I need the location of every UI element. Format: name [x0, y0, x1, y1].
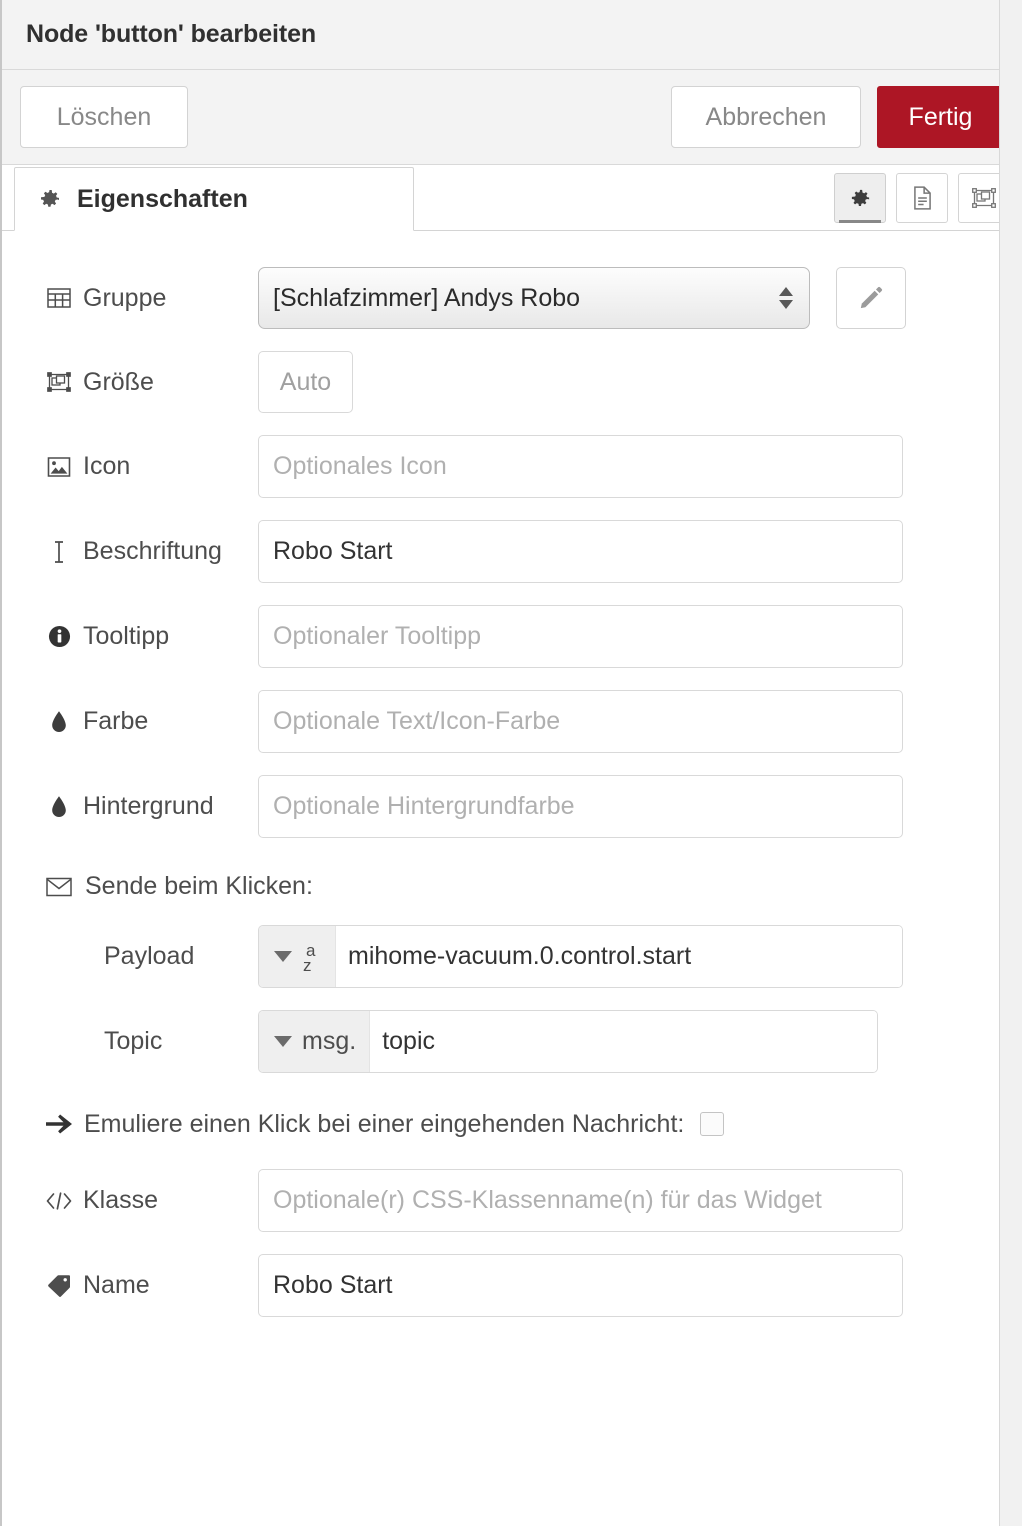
chevron-down-icon — [274, 1036, 292, 1047]
form-scroll-area: Gruppe [Schlafzimmer] Andys Robo Größe A… — [2, 231, 1022, 1526]
emulate-click-checkbox[interactable] — [700, 1112, 725, 1136]
string-type-glyph-bottom: z — [303, 955, 312, 975]
image-icon — [46, 454, 72, 480]
group-select-wrapper: [Schlafzimmer] Andys Robo — [258, 267, 810, 329]
code-icon — [46, 1188, 72, 1214]
tray-toolbar: Löschen Abbrechen Fertig — [2, 70, 1022, 165]
group-label-text: Gruppe — [83, 283, 167, 312]
form-row-background: Hintergrund — [2, 775, 1022, 838]
send-on-click-section-header: Sende beim Klicken: — [2, 872, 1022, 901]
pencil-icon — [858, 285, 884, 311]
form-row-color: Farbe — [2, 690, 1022, 753]
msg-type-label: msg. — [302, 1027, 357, 1055]
caption-label: Beschriftung — [46, 537, 258, 566]
cancel-button[interactable]: Abbrechen — [671, 86, 861, 148]
topic-type-selector[interactable]: msg. — [259, 1011, 371, 1072]
topic-label-text: Topic — [104, 1027, 163, 1055]
object-group-icon — [971, 185, 997, 211]
node-edit-tray: Node 'button' bearbeiten Löschen Abbrech… — [0, 0, 1022, 1526]
form-row-icon: Icon — [2, 435, 1022, 498]
css-class-label-text: Klasse — [83, 1186, 159, 1214]
tab-bar: Eigenschaften — [2, 165, 1022, 231]
delete-button[interactable]: Löschen — [20, 86, 188, 148]
form-row-topic: Topic msg. — [2, 1010, 1022, 1073]
form-row-tooltip: Tooltipp — [2, 605, 1022, 668]
size-label: Größe — [46, 368, 258, 397]
payload-label: Payload — [46, 942, 258, 971]
topic-input[interactable] — [370, 1011, 877, 1072]
arrow-right-icon — [46, 1111, 72, 1137]
tag-icon — [46, 1273, 72, 1299]
chevron-down-icon — [274, 951, 292, 962]
size-button[interactable]: Auto — [258, 351, 353, 413]
form-row-group: Gruppe [Schlafzimmer] Andys Robo — [2, 267, 1022, 329]
text-cursor-icon — [46, 539, 72, 565]
form-row-size: Größe Auto — [2, 351, 1022, 413]
name-label-text: Name — [83, 1271, 150, 1299]
size-label-text: Größe — [83, 367, 154, 396]
css-class-label: Klasse — [46, 1186, 258, 1215]
icon-label-text: Icon — [83, 452, 131, 480]
payload-label-text: Payload — [104, 942, 195, 970]
payload-type-selector[interactable]: a z — [259, 926, 336, 987]
tray-header: Node 'button' bearbeiten — [2, 0, 1022, 70]
caption-input[interactable] — [258, 520, 903, 583]
form-row-emulate-click: Emuliere einen Klick bei einer eingehend… — [2, 1109, 1022, 1139]
tint-icon — [46, 709, 72, 735]
tooltip-label: Tooltipp — [46, 622, 258, 651]
caption-label-text: Beschriftung — [83, 537, 222, 565]
icon-input[interactable] — [258, 435, 903, 498]
edit-group-button[interactable] — [836, 267, 906, 329]
payload-input[interactable] — [336, 926, 902, 987]
name-label: Name — [46, 1271, 258, 1300]
topic-label: Topic — [46, 1027, 258, 1056]
tooltip-input[interactable] — [258, 605, 903, 668]
emulate-click-label: Emuliere einen Klick bei einer eingehend… — [84, 1109, 685, 1138]
form-row-payload: Payload a z — [2, 925, 1022, 988]
tool-description-button[interactable] — [896, 173, 948, 223]
group-label: Gruppe — [46, 284, 258, 313]
send-on-click-label: Sende beim Klicken: — [85, 872, 313, 900]
object-group-icon — [46, 369, 72, 395]
envelope-icon — [46, 874, 72, 900]
tab-tools — [834, 173, 1010, 223]
table-icon — [46, 285, 72, 311]
background-input[interactable] — [258, 775, 903, 838]
tab-properties[interactable]: Eigenschaften — [14, 167, 414, 231]
string-type-icon: a z — [302, 940, 322, 974]
color-label: Farbe — [46, 707, 258, 736]
name-input[interactable] — [258, 1254, 903, 1317]
done-button[interactable]: Fertig — [877, 86, 1004, 148]
form-row-caption: Beschriftung — [2, 520, 1022, 583]
tool-properties-button[interactable] — [834, 173, 886, 223]
color-input[interactable] — [258, 690, 903, 753]
background-label-text: Hintergrund — [83, 792, 214, 820]
payload-typed-input: a z — [258, 925, 903, 988]
tint-icon — [46, 794, 72, 820]
tab-properties-label: Eigenschaften — [77, 184, 248, 213]
page-title: Node 'button' bearbeiten — [26, 20, 317, 48]
tooltip-label-text: Tooltipp — [83, 622, 170, 650]
css-class-input[interactable] — [258, 1169, 903, 1232]
background-label: Hintergrund — [46, 792, 258, 821]
document-icon — [909, 185, 935, 211]
gear-icon — [847, 185, 873, 211]
form-row-css-class: Klasse — [2, 1169, 1022, 1232]
window-scrollbar[interactable] — [999, 0, 1022, 1526]
info-circle-icon — [46, 624, 72, 650]
form-row-name: Name — [2, 1254, 1022, 1317]
properties-form: Gruppe [Schlafzimmer] Andys Robo Größe A… — [2, 231, 1022, 1317]
group-select[interactable]: [Schlafzimmer] Andys Robo — [258, 267, 810, 329]
color-label-text: Farbe — [83, 707, 149, 735]
gear-icon — [37, 186, 63, 212]
icon-label: Icon — [46, 452, 258, 481]
topic-typed-input: msg. — [258, 1010, 878, 1073]
